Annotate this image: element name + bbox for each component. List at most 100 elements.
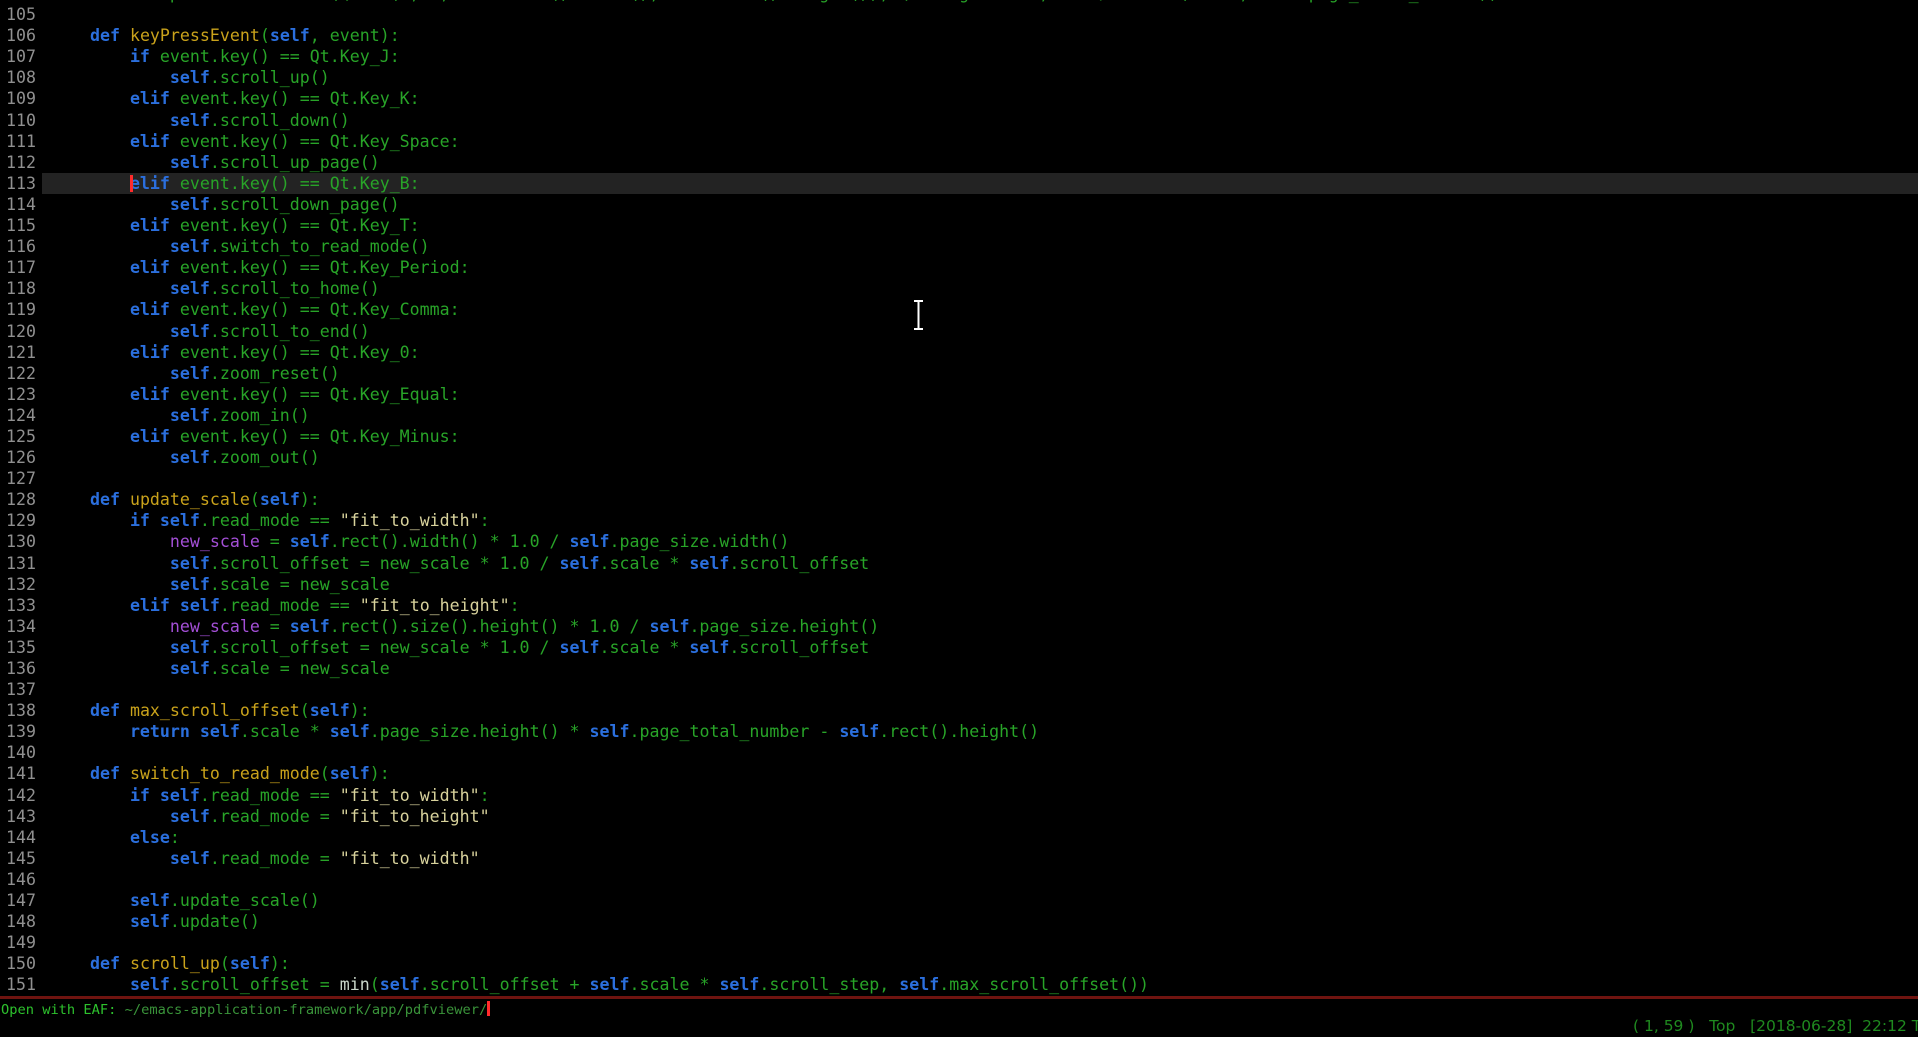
code-line-150[interactable]: 150 def scroll_up(self):: [0, 953, 1918, 974]
code-line-113[interactable]: 113 elif event.key() == Qt.Key_B:: [0, 173, 1918, 194]
code-line-text: else:: [50, 827, 180, 848]
code-line-text: elif event.key() == Qt.Key_Comma:: [50, 299, 460, 320]
code-line-127[interactable]: 127: [0, 468, 1918, 489]
code-line-136[interactable]: 136 self.scale = new_scale: [0, 658, 1918, 679]
code-line-text: self.zoom_reset(): [50, 363, 340, 384]
code-line-124[interactable]: 124 self.zoom_in(): [0, 405, 1918, 426]
code-line-141[interactable]: 141 def switch_to_read_mode(self):: [0, 763, 1918, 784]
code-line-135[interactable]: 135 self.scroll_offset = new_scale * 1.0…: [0, 637, 1918, 658]
line-number: 147: [0, 890, 36, 911]
code-line-115[interactable]: 115 elif event.key() == Qt.Key_T:: [0, 215, 1918, 236]
code-line-144[interactable]: 144 else:: [0, 827, 1918, 848]
line-number: 129: [0, 510, 36, 531]
code-line-151[interactable]: 151 self.scroll_offset = min(self.scroll…: [0, 974, 1918, 995]
code-line-118[interactable]: 118 self.scroll_to_home(): [0, 278, 1918, 299]
code-line-114[interactable]: 114 self.scroll_down_page(): [0, 194, 1918, 215]
code-line-116[interactable]: 116 self.switch_to_read_mode(): [0, 236, 1918, 257]
line-number: 128: [0, 489, 36, 510]
code-line-126[interactable]: 126 self.zoom_out(): [0, 447, 1918, 468]
line-number: 149: [0, 932, 36, 953]
line-number: 140: [0, 742, 36, 763]
code-line-text: self.update_scale(): [50, 890, 320, 911]
code-line-text: self.read_mode = "fit_to_height": [50, 806, 490, 827]
code-line-130[interactable]: 130 new_scale = self.rect().width() * 1.…: [0, 531, 1918, 552]
code-line-122[interactable]: 122 self.zoom_reset(): [0, 363, 1918, 384]
code-line-134[interactable]: 134 new_scale = self.rect().size().heigh…: [0, 616, 1918, 637]
line-number: 148: [0, 911, 36, 932]
line-number: 114: [0, 194, 36, 215]
code-line-text: self.scroll_up_page(): [50, 152, 380, 173]
line-number: 107: [0, 46, 36, 67]
code-line-120[interactable]: 120 self.scroll_to_end(): [0, 321, 1918, 342]
code-line-text: elif event.key() == Qt.Key_Space:: [50, 131, 460, 152]
code-line-131[interactable]: 131 self.scroll_offset = new_scale * 1.0…: [0, 553, 1918, 574]
code-line-109[interactable]: 109 elif event.key() == Qt.Key_K:: [0, 88, 1918, 109]
code-line-146[interactable]: 146: [0, 869, 1918, 890]
minibuffer[interactable]: Open with EAF: ~/emacs-application-frame…: [1, 1000, 490, 1021]
code-line-140[interactable]: 140: [0, 742, 1918, 763]
code-line-139[interactable]: 139 return self.scale * self.page_size.h…: [0, 721, 1918, 742]
line-number: 150: [0, 953, 36, 974]
code-line-111[interactable]: 111 elif event.key() == Qt.Key_Space:: [0, 131, 1918, 152]
line-number: 123: [0, 384, 36, 405]
code-line-145[interactable]: 145 self.read_mode = "fit_to_width": [0, 848, 1918, 869]
line-number: 120: [0, 321, 36, 342]
line-number: 143: [0, 806, 36, 827]
code-line-text: self.scroll_down(): [50, 110, 350, 131]
line-number: 113: [0, 173, 36, 194]
code-line-text: self.read_mode = "fit_to_width": [50, 848, 480, 869]
code-line-105[interactable]: 105: [0, 4, 1918, 25]
code-line-text: self.zoom_in(): [50, 405, 310, 426]
line-number: 144: [0, 827, 36, 848]
code-line-text: elif event.key() == Qt.Key_Equal:: [50, 384, 460, 405]
line-number: 106: [0, 25, 36, 46]
code-line-117[interactable]: 117 elif event.key() == Qt.Key_Period:: [0, 257, 1918, 278]
line-number: 122: [0, 363, 36, 384]
line-number: 146: [0, 869, 36, 890]
code-line-112[interactable]: 112 self.scroll_up_page(): [0, 152, 1918, 173]
code-line-text: def update_scale(self):: [50, 489, 320, 510]
minibuffer-input[interactable]: ~/emacs-application-framework/app/pdfvie…: [125, 1002, 488, 1018]
code-line-text: self.scroll_up(): [50, 67, 330, 88]
code-line-148[interactable]: 148 self.update(): [0, 911, 1918, 932]
code-line-149[interactable]: 149: [0, 932, 1918, 953]
code-line-119[interactable]: 119 elif event.key() == Qt.Key_Comma:: [0, 299, 1918, 320]
code-line-129[interactable]: 129 if self.read_mode == "fit_to_width":: [0, 510, 1918, 531]
code-line-142[interactable]: 142 if self.read_mode == "fit_to_width":: [0, 785, 1918, 806]
code-line-text: if self.read_mode == "fit_to_width":: [50, 785, 490, 806]
code-line-121[interactable]: 121 elif event.key() == Qt.Key_0:: [0, 342, 1918, 363]
line-number: 139: [0, 721, 36, 742]
line-number: 105: [0, 4, 36, 25]
code-line-108[interactable]: 108 self.scroll_up(): [0, 67, 1918, 88]
line-number: 130: [0, 531, 36, 552]
code-line-text: elif event.key() == Qt.Key_0:: [50, 342, 420, 363]
line-number: 135: [0, 637, 36, 658]
minibuffer-cursor: [487, 1001, 490, 1016]
code-line-text: self.scroll_to_end(): [50, 321, 370, 342]
code-line-143[interactable]: 143 self.read_mode = "fit_to_height": [0, 806, 1918, 827]
code-line-text: elif event.key() == Qt.Key_T:: [50, 215, 420, 236]
code-line-128[interactable]: 128 def update_scale(self):: [0, 489, 1918, 510]
code-line-106[interactable]: 106 def keyPressEvent(self, event):: [0, 25, 1918, 46]
line-number: 111: [0, 131, 36, 152]
code-line-147[interactable]: 147 self.update_scale(): [0, 890, 1918, 911]
code-line-text: new_scale = self.rect().size().height() …: [50, 616, 879, 637]
line-number: 142: [0, 785, 36, 806]
code-line-text: self.switch_to_read_mode(): [50, 236, 430, 257]
code-line-123[interactable]: 123 elif event.key() == Qt.Key_Equal:: [0, 384, 1918, 405]
code-line-132[interactable]: 132 self.scale = new_scale: [0, 574, 1918, 595]
line-number: 145: [0, 848, 36, 869]
line-number: 125: [0, 426, 36, 447]
code-line-133[interactable]: 133 elif self.read_mode == "fit_to_heigh…: [0, 595, 1918, 616]
code-line-107[interactable]: 107 if event.key() == Qt.Key_J:: [0, 46, 1918, 67]
code-line-137[interactable]: 137: [0, 679, 1918, 700]
code-line-125[interactable]: 125 elif event.key() == Qt.Key_Minus:: [0, 426, 1918, 447]
code-line-110[interactable]: 110 self.scroll_down(): [0, 110, 1918, 131]
code-line-text: self.scroll_down_page(): [50, 194, 400, 215]
line-number: 138: [0, 700, 36, 721]
code-line-text: self.update(): [50, 911, 260, 932]
code-line-text: elif event.key() == Qt.Key_B:: [50, 173, 420, 194]
code-editor-buffer[interactable]: 104 painter.drawText(QRect(0, 0, self.re…: [0, 0, 1918, 996]
code-line-138[interactable]: 138 def max_scroll_offset(self):: [0, 700, 1918, 721]
line-number: 151: [0, 974, 36, 995]
